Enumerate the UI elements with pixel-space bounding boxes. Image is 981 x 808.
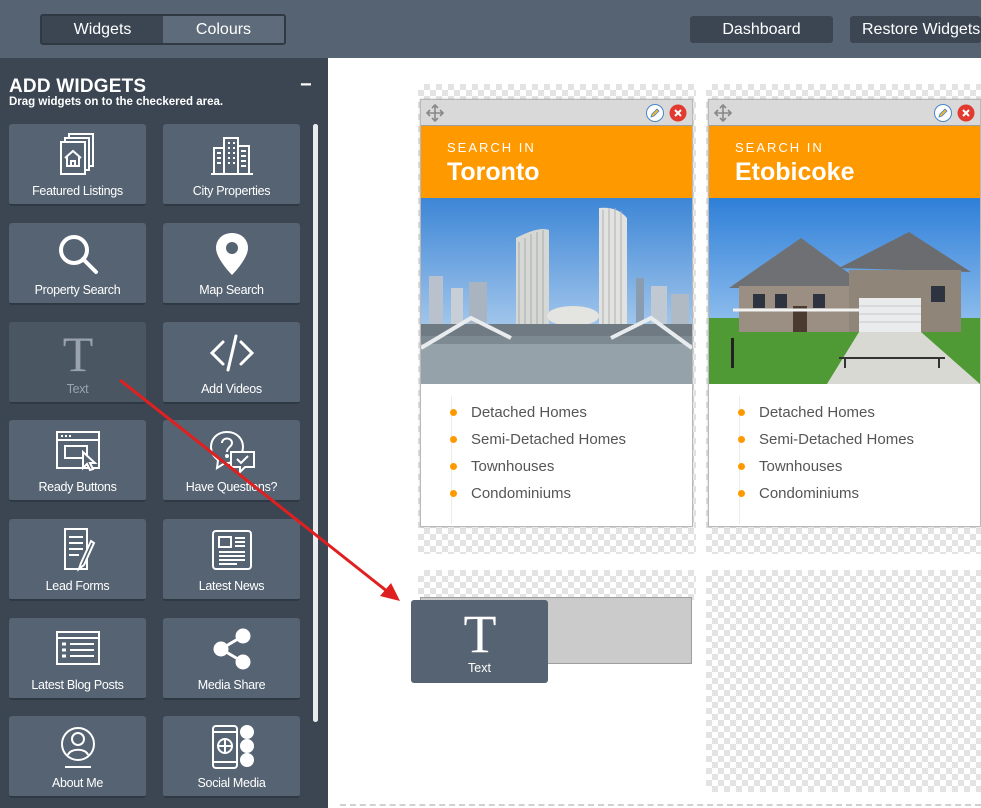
list-item[interactable]: Townhouses (738, 458, 980, 485)
widget-label: Lead Forms (45, 579, 110, 593)
list-item[interactable]: Semi-Detached Homes (738, 431, 980, 458)
city-widget-etobicoke: SEARCH IN Etobicoke Detached Homes Semi-… (708, 99, 981, 527)
edit-pencil-icon[interactable] (934, 104, 952, 122)
property-type-list: Detached Homes Semi-Detached Homes Townh… (709, 384, 980, 524)
widget-label: Latest Blog Posts (31, 678, 124, 692)
widget-label: Property Search (34, 283, 121, 297)
widget-latest-news[interactable]: Latest News (163, 519, 300, 601)
collapse-button[interactable]: − (300, 74, 312, 97)
form-pen-icon (64, 528, 96, 572)
share-icon (213, 628, 251, 670)
widget-label: Social Media (197, 776, 266, 790)
sidebar-subtitle: Drag widgets on to the checkered area. (9, 96, 224, 108)
list-item[interactable]: Townhouses (450, 458, 692, 485)
tab-widgets[interactable]: Widgets (42, 16, 163, 43)
city-widget-toronto: SEARCH IN Toronto Detached Homes Semi-De… (420, 99, 693, 527)
svg-text:T: T (464, 606, 497, 656)
list-item[interactable]: Condominiums (738, 485, 980, 512)
city-banner: SEARCH IN Etobicoke (709, 126, 980, 198)
banner-kicker: SEARCH IN (447, 140, 536, 155)
widget-label: Media Share (197, 678, 266, 692)
edit-pencil-icon[interactable] (646, 104, 664, 122)
widget-social-media[interactable]: Social Media (163, 716, 300, 798)
tab-colours[interactable]: Colours (163, 16, 284, 43)
list-item[interactable]: Detached Homes (738, 404, 980, 431)
widget-label: Text (66, 382, 89, 396)
widget-media-share[interactable]: Media Share (163, 618, 300, 700)
house-photo (709, 198, 980, 384)
widget-handle-bar[interactable] (709, 100, 980, 126)
widget-city-properties[interactable]: City Properties (163, 124, 300, 206)
widget-text[interactable]: T Text (9, 322, 146, 404)
dragged-widget-text[interactable]: T Text (411, 600, 548, 683)
list-item[interactable]: Condominiums (450, 485, 692, 512)
sidebar-title: ADD WIDGETS (9, 76, 147, 97)
widget-label: About Me (51, 776, 104, 790)
restore-widgets-button[interactable]: Restore Widgets (850, 16, 981, 43)
widget-label: Have Questions? (185, 480, 278, 494)
bottom-divider (340, 804, 981, 806)
list-item[interactable]: Semi-Detached Homes (450, 431, 692, 458)
widget-label: Ready Buttons (38, 480, 117, 494)
widget-featured-listings[interactable]: Featured Listings (9, 124, 146, 206)
widget-add-videos[interactable]: Add Videos (163, 322, 300, 404)
newspaper-icon (212, 530, 252, 570)
svg-text:T: T (63, 330, 94, 376)
text-icon: T (63, 330, 94, 376)
blog-list-icon (56, 631, 100, 665)
widget-map-search[interactable]: Map Search (163, 223, 300, 305)
city-buildings-icon (211, 137, 253, 175)
question-chat-icon (209, 430, 255, 474)
banner-kicker: SEARCH IN (735, 140, 824, 155)
map-pin-icon (216, 233, 248, 275)
top-toolbar: Widgets Colours Dashboard Restore Widget… (0, 0, 981, 58)
city-photo (421, 198, 692, 384)
close-icon[interactable] (669, 104, 687, 122)
drop-zone-4[interactable] (706, 570, 981, 792)
widget-label: Map Search (199, 283, 264, 297)
featured-listings-icon (60, 133, 94, 175)
mode-toggle: Widgets Colours (40, 14, 286, 45)
move-icon[interactable] (713, 103, 733, 123)
widget-label: Latest News (198, 579, 265, 593)
widget-label: Add Videos (201, 382, 262, 396)
dragged-widget-label: Text (468, 661, 491, 675)
text-icon: T (464, 606, 497, 656)
city-name: Toronto (447, 158, 540, 186)
social-phone-icon (212, 725, 254, 769)
close-icon[interactable] (957, 104, 975, 122)
city-name: Etobicoke (735, 158, 855, 186)
widget-sidebar: ADD WIDGETS Drag widgets on to the check… (0, 58, 328, 808)
widget-lead-forms[interactable]: Lead Forms (9, 519, 146, 601)
code-icon (209, 334, 255, 372)
list-item[interactable]: Detached Homes (450, 404, 692, 431)
widget-label: Featured Listings (32, 184, 123, 198)
property-type-list: Detached Homes Semi-Detached Homes Townh… (421, 384, 692, 524)
widget-property-search[interactable]: Property Search (9, 223, 146, 305)
sidebar-scrollbar[interactable] (313, 124, 318, 722)
dashboard-button[interactable]: Dashboard (690, 16, 833, 43)
user-circle-icon (61, 727, 95, 768)
widget-ready-buttons[interactable]: Ready Buttons (9, 420, 146, 502)
browser-cursor-icon (56, 431, 100, 472)
widget-about-me[interactable]: About Me (9, 716, 146, 798)
move-icon[interactable] (425, 103, 445, 123)
widget-label: City Properties (192, 184, 271, 198)
widget-have-questions[interactable]: Have Questions? (163, 420, 300, 502)
widget-handle-bar[interactable] (421, 100, 692, 126)
city-banner: SEARCH IN Toronto (421, 126, 692, 198)
search-icon (59, 235, 98, 274)
widget-latest-blog-posts[interactable]: Latest Blog Posts (9, 618, 146, 700)
drop-zone-3[interactable] (418, 570, 696, 600)
